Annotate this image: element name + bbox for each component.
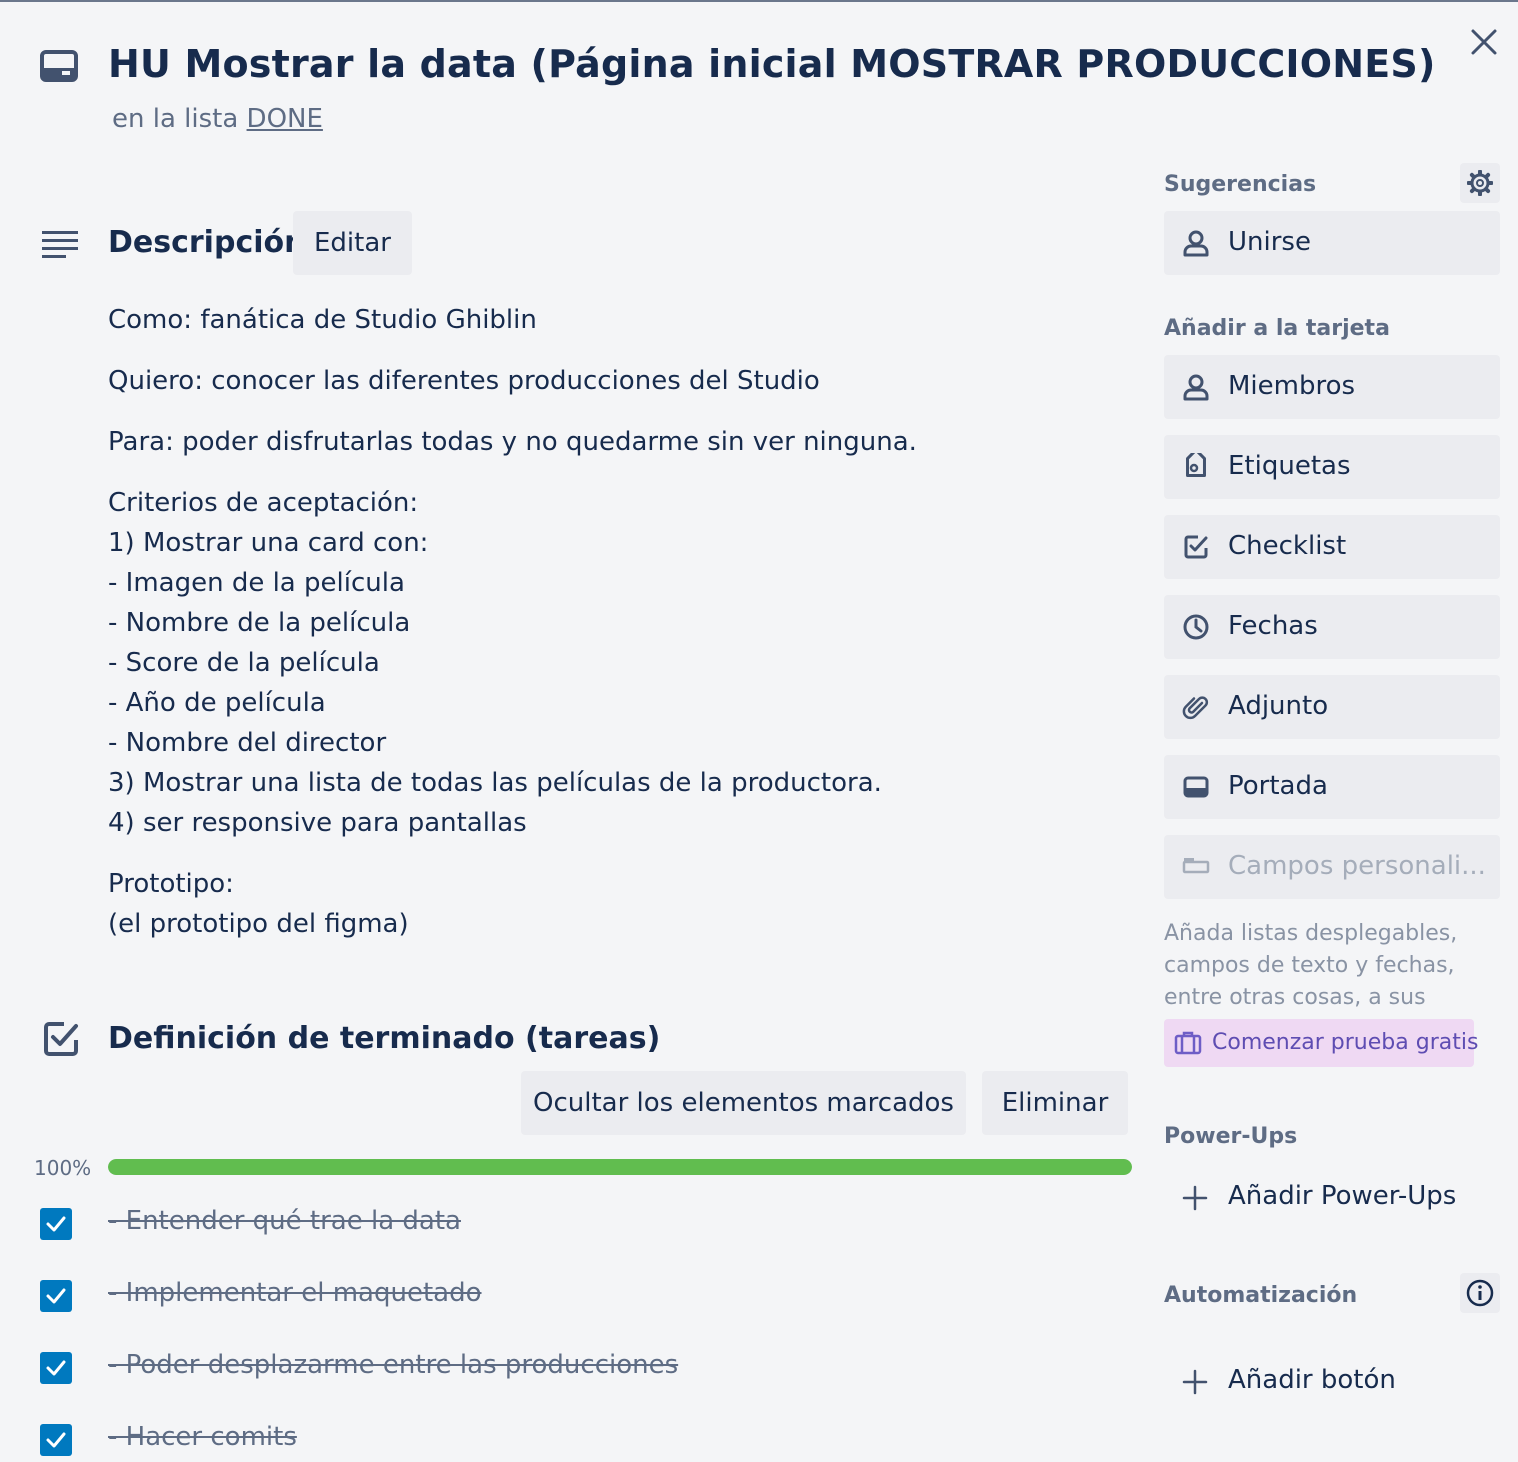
person-icon: [1183, 230, 1209, 257]
gear-icon: [1467, 170, 1493, 196]
progress-percent: 100%: [34, 1156, 92, 1180]
checkbox[interactable]: [40, 1424, 72, 1456]
add-button-text: Añadir botón: [1228, 1365, 1396, 1395]
suggestions-settings-button[interactable]: [1460, 163, 1500, 203]
cover-button[interactable]: Portada: [1164, 755, 1500, 819]
desc-criteria-line: 3) Mostrar una lista de todas las pelícu…: [108, 768, 882, 798]
person-icon: [1183, 374, 1209, 401]
powerups-label: Power-Ups: [1164, 1124, 1298, 1149]
paperclip-icon: [1182, 696, 1209, 720]
checklist-item[interactable]: - Entender qué trae la data: [40, 1206, 1130, 1244]
labels-label: Etiquetas: [1228, 451, 1351, 481]
checklist-item-text[interactable]: - Implementar el maquetado: [108, 1278, 482, 1308]
progress-fill: [108, 1159, 1132, 1175]
suggestions-label: Sugerencias: [1164, 172, 1317, 197]
list-prefix: en la lista: [112, 104, 239, 134]
add-powerups-button[interactable]: Añadir Power-Ups: [1164, 1167, 1500, 1227]
automation-label: Automatización: [1164, 1283, 1358, 1308]
start-trial-button[interactable]: Comenzar prueba gratis: [1164, 1019, 1478, 1067]
checkmark-icon: [46, 1360, 66, 1376]
dates-label: Fechas: [1228, 611, 1318, 641]
description-body[interactable]: Como: fanática de Studio Ghiblin Quiero:…: [108, 300, 1118, 944]
card-icon: [40, 50, 78, 82]
add-button-button[interactable]: Añadir botón: [1164, 1351, 1500, 1411]
plus-icon: [1182, 1185, 1208, 1211]
hide-checked-button[interactable]: Ocultar los elementos marcados: [521, 1071, 966, 1135]
tag-icon: [1186, 453, 1206, 477]
start-trial-label: Comenzar prueba gratis: [1212, 1030, 1479, 1055]
cover-icon: [1183, 776, 1209, 798]
checklist-heading: Definición de terminado (tareas): [108, 1021, 661, 1056]
desc-quiero: Quiero: conocer las diferentes produccio…: [108, 366, 820, 396]
join-label: Unirse: [1228, 227, 1311, 257]
checkmark-icon: [46, 1432, 66, 1448]
info-icon: [1466, 1279, 1494, 1307]
custom-fields-label: Campos personali...: [1228, 851, 1486, 881]
briefcase-icon: [1174, 1031, 1202, 1055]
automation-info-button[interactable]: [1460, 1273, 1500, 1313]
checklist-item-text[interactable]: - Entender qué trae la data: [108, 1206, 461, 1236]
members-label: Miembros: [1228, 371, 1356, 401]
edit-description-button[interactable]: Editar: [293, 211, 412, 275]
desc-para: Para: poder disfrutarlas todas y no qued…: [108, 427, 917, 457]
checkmark-icon: [46, 1288, 66, 1304]
desc-prototype-line: Prototipo:: [108, 869, 234, 899]
list-link[interactable]: DONE: [247, 104, 323, 134]
checkmark-icon: [46, 1216, 66, 1232]
desc-criteria: Criterios de aceptación: 1) Mostrar una …: [108, 483, 1118, 843]
checklist-item[interactable]: - Hacer comits: [40, 1422, 1130, 1460]
labels-button[interactable]: Etiquetas: [1164, 435, 1500, 499]
add-to-card-label: Añadir a la tarjeta: [1164, 316, 1390, 341]
progress-bar: [108, 1159, 1132, 1175]
checklist-icon: [44, 1022, 78, 1056]
checkbox[interactable]: [40, 1208, 72, 1240]
description-heading: Descripción: [108, 225, 306, 260]
description-icon: [42, 231, 78, 258]
clock-icon: [1183, 614, 1209, 640]
desc-como: Como: fanática de Studio Ghiblin: [108, 305, 537, 335]
checklist-item[interactable]: - Poder desplazarme entre las produccion…: [40, 1350, 1130, 1388]
checklist-item-text[interactable]: - Hacer comits: [108, 1422, 297, 1452]
desc-prototype-line: (el prototipo del figma): [108, 909, 409, 939]
dates-button[interactable]: Fechas: [1164, 595, 1500, 659]
top-border: [0, 0, 1518, 2]
checkbox[interactable]: [40, 1352, 72, 1384]
members-button[interactable]: Miembros: [1164, 355, 1500, 419]
cover-label: Portada: [1228, 771, 1328, 801]
desc-prototype: Prototipo: (el prototipo del figma): [108, 864, 1118, 944]
desc-criteria-line: - Año de película: [108, 688, 326, 718]
checkbox-icon: [1184, 535, 1208, 559]
join-button[interactable]: Unirse: [1164, 211, 1500, 275]
desc-criteria-line: Criterios de aceptación:: [108, 488, 419, 518]
custom-fields-button[interactable]: Campos personali...: [1164, 835, 1500, 899]
attachment-button[interactable]: Adjunto: [1164, 675, 1500, 739]
card-title[interactable]: HU Mostrar la data (Página inicial MOSTR…: [108, 42, 1436, 86]
attachment-label: Adjunto: [1228, 691, 1329, 721]
checklist-button[interactable]: Checklist: [1164, 515, 1500, 579]
delete-checklist-button[interactable]: Eliminar: [982, 1071, 1128, 1135]
add-powerups-text: Añadir Power-Ups: [1228, 1181, 1457, 1211]
desc-criteria-line: - Imagen de la película: [108, 568, 405, 598]
plus-icon: [1182, 1369, 1208, 1395]
desc-criteria-line: 4) ser responsive para pantallas: [108, 808, 527, 838]
checklist-item-text[interactable]: - Poder desplazarme entre las produccion…: [108, 1350, 678, 1380]
close-icon[interactable]: [1470, 28, 1498, 56]
desc-criteria-line: - Nombre de la película: [108, 608, 411, 638]
desc-criteria-line: - Nombre del director: [108, 728, 387, 758]
desc-criteria-line: 1) Mostrar una card con:: [108, 528, 429, 558]
checkbox[interactable]: [40, 1280, 72, 1312]
checklist-label: Checklist: [1228, 531, 1347, 561]
checklist-item[interactable]: - Implementar el maquetado: [40, 1278, 1130, 1316]
custom-fields-icon: [1182, 858, 1210, 874]
desc-criteria-line: - Score de la película: [108, 648, 380, 678]
list-location: en la lista DONE: [112, 104, 323, 134]
